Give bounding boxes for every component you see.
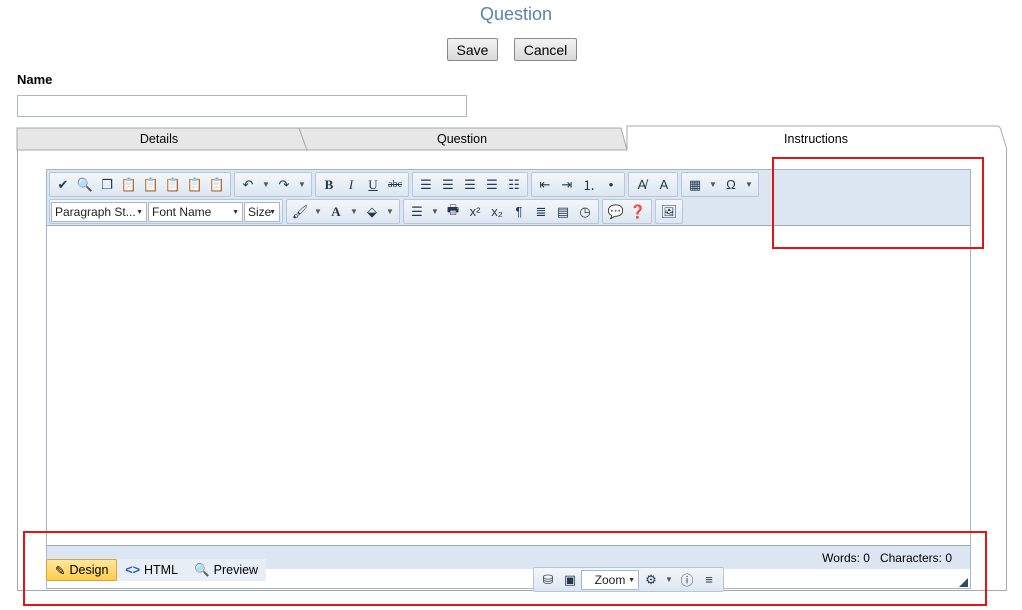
paste-text-icon[interactable]: 📋 xyxy=(140,174,162,195)
back-color-dropdown-icon[interactable]: ▼ xyxy=(383,201,397,222)
resize-grip-icon[interactable] xyxy=(959,578,968,587)
justify-icon[interactable]: ☰ xyxy=(481,174,503,195)
toolbar-group-alignment: ☰ ☰ ☰ ☰ ☷ xyxy=(412,172,528,197)
mode-tab-design[interactable]: ✎ Design xyxy=(46,559,118,581)
name-label: Name xyxy=(17,72,53,87)
undo-icon[interactable]: ↶ xyxy=(237,174,259,195)
paste-word-icon[interactable]: 📋 xyxy=(162,174,184,195)
symbol-dropdown-icon[interactable]: ▼ xyxy=(742,174,756,195)
insert-time-icon[interactable]: ◷ xyxy=(574,201,596,222)
format-stripper-icon[interactable]: A̸ xyxy=(631,174,653,195)
toolbar-group-clipboard: ✔ 🔍 ❐ 📋 📋 📋 📋 📋 xyxy=(49,172,231,197)
font-name-select[interactable]: Font Name ▼ xyxy=(148,201,243,222)
fore-color-dropdown-icon[interactable]: ▼ xyxy=(347,201,361,222)
editor-mode-tabs: ✎ Design <> HTML 🔍 Preview xyxy=(46,559,267,581)
chevron-down-icon: ▼ xyxy=(269,208,276,216)
paragraph-icon[interactable]: ¶ xyxy=(508,201,530,222)
toolbar-group-help: 💬 ❓ xyxy=(602,199,652,224)
format-painter-dropdown-icon[interactable]: ▼ xyxy=(311,201,325,222)
statistics-icon[interactable]: ⓘ xyxy=(676,569,698,590)
align-dropdown-icon[interactable]: ▼ xyxy=(428,201,442,222)
find-icon[interactable]: 🔍 xyxy=(74,174,96,195)
toolbar-group-insert: ▦ ▼ Ω ▼ xyxy=(681,172,759,197)
copy-icon[interactable]: ❐ xyxy=(96,174,118,195)
cancel-button[interactable]: Cancel xyxy=(514,38,577,61)
paste-icon[interactable]: 📋 xyxy=(118,174,140,195)
tab-question[interactable]: Question xyxy=(312,132,612,146)
magnifier-icon: 🔍 xyxy=(194,562,210,577)
zoom-select[interactable]: Zoom ▼ xyxy=(581,569,639,590)
pencil-icon: ✎ xyxy=(55,563,66,578)
underline-icon[interactable]: U xyxy=(362,174,384,195)
align-icon[interactable]: ☰ xyxy=(406,201,428,222)
toolbar-group-media: 🖼 xyxy=(655,199,683,224)
track-changes-icon[interactable]: ▣ xyxy=(559,569,581,590)
align-left-icon[interactable]: ☰ xyxy=(415,174,437,195)
dom-inspector-icon[interactable]: ⚙ xyxy=(640,569,662,590)
spellcheck-icon[interactable]: ✔ xyxy=(52,174,74,195)
outdent-icon[interactable]: ⇤ xyxy=(534,174,556,195)
redo-dropdown-icon[interactable]: ▼ xyxy=(295,174,309,195)
back-color-icon[interactable]: ⬙ xyxy=(361,201,383,222)
align-center-icon[interactable]: ☰ xyxy=(437,174,459,195)
editor-content-area[interactable] xyxy=(47,226,970,545)
tab-instructions[interactable]: Instructions xyxy=(630,132,1002,146)
paste-plain-icon[interactable]: 📋 xyxy=(206,174,228,195)
rich-text-editor: ✔ 🔍 ❐ 📋 📋 📋 📋 📋 ↶ ▼ ↷ ▼ B I U abc ☰ ☰ ☰ … xyxy=(46,169,971,589)
css-class-icon[interactable]: A xyxy=(653,174,675,195)
character-count: Characters: 0 xyxy=(879,551,952,565)
format-painter-icon[interactable]: 🖌 xyxy=(289,201,311,222)
bold-icon[interactable]: B xyxy=(318,174,340,195)
insert-date-icon[interactable]: ▤ xyxy=(552,201,574,222)
dom-inspector-dropdown-icon[interactable]: ▼ xyxy=(662,569,676,590)
remove-alignment-icon[interactable]: ☷ xyxy=(503,174,525,195)
help-icon[interactable]: ❓ xyxy=(627,201,649,222)
chevron-down-icon: ▼ xyxy=(232,208,239,216)
module-manager-icon[interactable]: ⛁ xyxy=(537,569,559,590)
tooltip-icon[interactable]: 💬 xyxy=(605,201,627,222)
editor-toolbar: ✔ 🔍 ❐ 📋 📋 📋 📋 📋 ↶ ▼ ↷ ▼ B I U abc ☰ ☰ ☰ … xyxy=(47,170,970,226)
page-title: Question xyxy=(479,4,553,24)
editor-bottom-toolbar: ⛁ ▣ Zoom ▼ ⚙ ▼ ⓘ ≡ xyxy=(533,567,724,592)
horizontal-rule-icon[interactable]: ≣ xyxy=(530,201,552,222)
toolbar-group-text-style: B I U abc xyxy=(315,172,409,197)
undo-dropdown-icon[interactable]: ▼ xyxy=(259,174,273,195)
toolbar-group-fonts: Paragraph St... ▼ Font Name ▼ Size ▼ xyxy=(49,199,283,224)
chevron-down-icon: ▼ xyxy=(628,576,635,584)
paste-html-icon[interactable]: 📋 xyxy=(184,174,206,195)
mode-tab-preview[interactable]: 🔍 Preview xyxy=(186,559,266,581)
name-input[interactable] xyxy=(17,95,467,117)
redo-icon[interactable]: ↷ xyxy=(273,174,295,195)
word-count: Words: 0 xyxy=(822,551,870,565)
code-icon: <> xyxy=(125,563,141,577)
toolbar-group-colors: 🖌 ▼ A ▼ ⬙ ▼ xyxy=(286,199,400,224)
font-size-select[interactable]: Size ▼ xyxy=(244,201,280,222)
bulleted-list-icon[interactable]: • xyxy=(600,174,622,195)
strikethrough-icon[interactable]: abc xyxy=(384,174,406,195)
save-button[interactable]: Save xyxy=(447,38,498,61)
chevron-down-icon: ▼ xyxy=(136,208,143,216)
subscript-icon[interactable]: x₂ xyxy=(486,201,508,222)
toolbar-group-format: A̸ A xyxy=(628,172,678,197)
numbered-list-icon[interactable]: ⒈ xyxy=(578,174,600,195)
italic-icon[interactable]: I xyxy=(340,174,362,195)
align-right-icon[interactable]: ☰ xyxy=(459,174,481,195)
table-icon[interactable]: ▦ xyxy=(684,174,706,195)
indent-icon[interactable]: ⇥ xyxy=(556,174,578,195)
superscript-icon[interactable]: x² xyxy=(464,201,486,222)
symbol-icon[interactable]: Ω xyxy=(720,174,742,195)
table-dropdown-icon[interactable]: ▼ xyxy=(706,174,720,195)
image-manager-icon[interactable]: 🖼 xyxy=(658,201,680,222)
toolbar-group-lists: ⇤ ⇥ ⒈ • xyxy=(531,172,625,197)
toolbar-group-misc: ☰ ▼ 🖶 x² x₂ ¶ ≣ ▤ ◷ xyxy=(403,199,599,224)
mode-tab-html[interactable]: <> HTML xyxy=(117,559,186,581)
fore-color-icon[interactable]: A xyxy=(325,201,347,222)
tab-details[interactable]: Details xyxy=(20,132,298,146)
paragraph-style-select[interactable]: Paragraph St... ▼ xyxy=(51,201,147,222)
print-icon[interactable]: 🖶 xyxy=(442,201,464,222)
toolbar-group-history: ↶ ▼ ↷ ▼ xyxy=(234,172,312,197)
xhtml-validator-icon[interactable]: ≡ xyxy=(698,569,720,590)
